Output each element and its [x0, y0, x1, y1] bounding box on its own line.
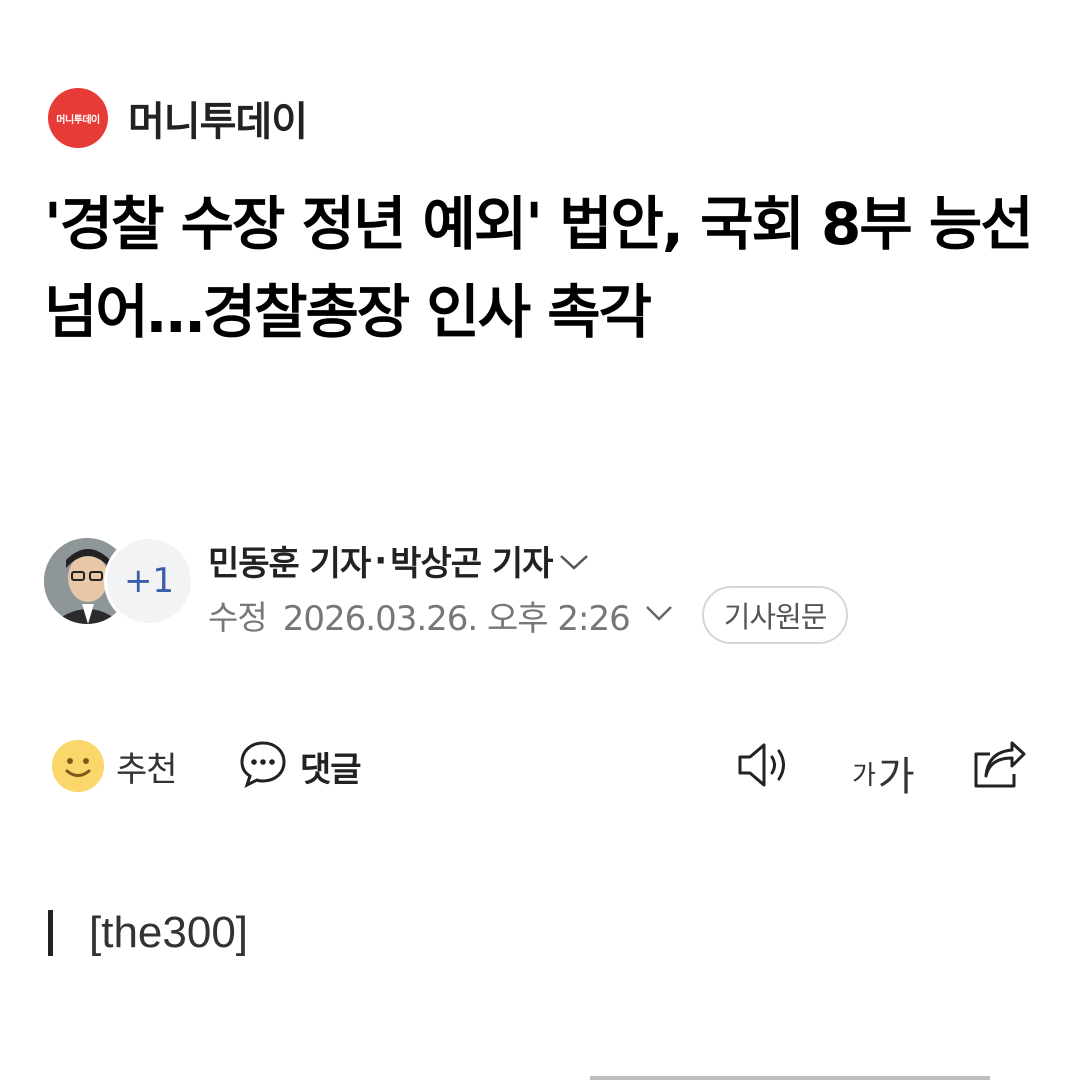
publisher-logo[interactable]: 머니투데이 — [48, 88, 108, 148]
section-tag: [the300] — [48, 908, 248, 958]
author-separator: · — [374, 540, 387, 581]
authors-row[interactable]: 민동훈 기자 · 박상곤 기자 — [208, 536, 590, 585]
original-article-button[interactable]: 기사원문 — [701, 586, 849, 644]
bottom-divider — [590, 1076, 990, 1080]
byline: +1 민동훈 기자 · 박상곤 기자 수정 2026.03.26. 오후 2:2… — [44, 536, 1044, 646]
chevron-down-icon[interactable] — [558, 541, 590, 581]
author-name[interactable]: 민동훈 기자 — [208, 536, 371, 585]
date-label: 수정 — [208, 598, 268, 637]
speaker-icon[interactable] — [736, 740, 794, 790]
article-headline: '경찰 수장 정년 예외' 법안, 국회 8부 능선 넘어…경찰총장 인사 촉각 — [44, 190, 1034, 346]
publisher-name[interactable]: 머니투데이 — [128, 89, 308, 147]
chevron-down-icon[interactable] — [644, 603, 674, 627]
smile-icon — [52, 740, 104, 792]
author-name[interactable]: 박상곤 기자 — [390, 536, 553, 585]
recommend-button[interactable]: 추천 — [52, 738, 178, 794]
font-size-icon[interactable]: 가 가 — [852, 744, 915, 802]
publisher-header[interactable]: 머니투데이 머니투데이 — [48, 88, 308, 148]
publish-date: 2026.03.26. 오후 2:26 — [282, 598, 631, 639]
article-action-bar: 추천 댓글 가 가 — [52, 738, 1032, 800]
recommend-label: 추천 — [116, 749, 178, 790]
share-icon[interactable] — [970, 740, 1028, 792]
comment-button[interactable]: 댓글 — [238, 738, 362, 794]
section-bar — [48, 910, 53, 956]
font-size-small-label: 가 — [852, 760, 876, 791]
more-authors-badge[interactable]: +1 — [104, 536, 194, 626]
font-size-big-label: 가 — [877, 754, 915, 800]
date-row: 수정 2026.03.26. 오후 2:26 기사원문 — [208, 586, 849, 644]
comment-icon — [238, 739, 288, 793]
comment-label: 댓글 — [300, 749, 362, 790]
section-label: [the300] — [89, 908, 249, 957]
